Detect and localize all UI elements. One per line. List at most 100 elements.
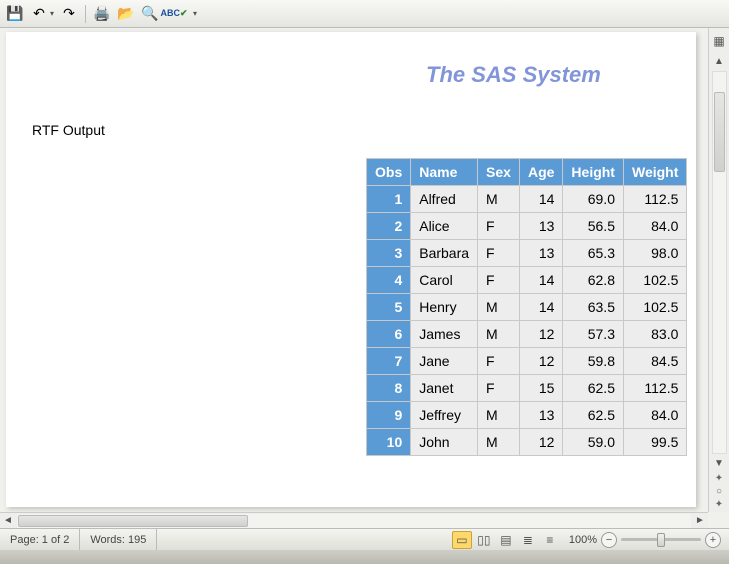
cell-weight: 84.0: [623, 213, 686, 240]
zoom-slider-thumb[interactable]: [657, 533, 665, 547]
page-title: The SAS System: [426, 62, 601, 88]
table-row: 4CarolF1462.8102.5: [367, 267, 687, 294]
cell-obs: 9: [367, 402, 411, 429]
cell-name: Jane: [411, 348, 478, 375]
cell-height: 59.8: [563, 348, 624, 375]
open-button[interactable]: 📂: [115, 3, 137, 25]
scroll-right-button[interactable]: ►: [692, 514, 708, 528]
col-sex: Sex: [478, 159, 520, 186]
zoom-controls: 100% − +: [561, 532, 729, 548]
cell-sex: M: [478, 402, 520, 429]
save-button[interactable]: 💾: [4, 3, 26, 25]
browse-object-controls: ✦ ○ ✦: [710, 473, 728, 510]
cell-height: 59.0: [563, 429, 624, 456]
print-layout-view-button[interactable]: ▭: [452, 531, 472, 549]
cell-obs: 1: [367, 186, 411, 213]
cell-obs: 3: [367, 240, 411, 267]
col-obs: Obs: [367, 159, 411, 186]
cell-height: 69.0: [563, 186, 624, 213]
ruler-toggle-icon[interactable]: ▦: [710, 32, 728, 50]
document-viewport: The SAS System RTF Output Obs Name Sex A…: [0, 28, 729, 528]
cell-obs: 2: [367, 213, 411, 240]
table-row: 3BarbaraF1365.398.0: [367, 240, 687, 267]
customize-toolbar-icon[interactable]: ▾: [193, 9, 197, 18]
vertical-scrollbar[interactable]: [712, 71, 727, 454]
table-row: 10JohnM1259.099.5: [367, 429, 687, 456]
cell-height: 65.3: [563, 240, 624, 267]
cell-height: 56.5: [563, 213, 624, 240]
cell-sex: F: [478, 267, 520, 294]
cell-sex: M: [478, 321, 520, 348]
table-header-row: Obs Name Sex Age Height Weight: [367, 159, 687, 186]
cell-obs: 10: [367, 429, 411, 456]
word-count[interactable]: Words: 195: [80, 529, 157, 550]
cell-obs: 5: [367, 294, 411, 321]
cell-name: Janet: [411, 375, 478, 402]
web-layout-view-button[interactable]: ▤: [496, 531, 516, 549]
table-row: 2AliceF1356.584.0: [367, 213, 687, 240]
outline-view-button[interactable]: ≣: [518, 531, 538, 549]
undo-button[interactable]: ↶: [28, 3, 50, 25]
cell-sex: M: [478, 186, 520, 213]
cell-name: John: [411, 429, 478, 456]
full-screen-reading-view-button[interactable]: ▯▯: [474, 531, 494, 549]
draft-view-button[interactable]: ≡: [540, 531, 560, 549]
cell-obs: 7: [367, 348, 411, 375]
window-bottom-edge: [0, 550, 729, 564]
cell-obs: 8: [367, 375, 411, 402]
cell-age: 15: [519, 375, 562, 402]
cell-height: 62.8: [563, 267, 624, 294]
select-browse-icon[interactable]: ○: [716, 486, 722, 497]
table-row: 6JamesM1257.383.0: [367, 321, 687, 348]
cell-weight: 84.0: [623, 402, 686, 429]
cell-name: James: [411, 321, 478, 348]
scroll-down-button[interactable]: ▼: [714, 456, 724, 471]
spelling-button[interactable]: ABC✔: [163, 3, 185, 25]
print-preview-button[interactable]: 🔍: [139, 3, 161, 25]
cell-weight: 99.5: [623, 429, 686, 456]
cell-obs: 6: [367, 321, 411, 348]
zoom-level-label[interactable]: 100%: [569, 534, 597, 546]
cell-sex: F: [478, 348, 520, 375]
right-sidebar: ▦ ▲ ▼ ✦ ○ ✦: [708, 28, 729, 512]
cell-obs: 4: [367, 267, 411, 294]
cell-height: 62.5: [563, 402, 624, 429]
scroll-up-button[interactable]: ▲: [714, 54, 724, 69]
zoom-out-button[interactable]: −: [601, 532, 617, 548]
redo-button[interactable]: ↷: [58, 3, 80, 25]
zoom-slider[interactable]: [621, 538, 701, 541]
cell-weight: 83.0: [623, 321, 686, 348]
col-height: Height: [563, 159, 624, 186]
quick-print-button[interactable]: 🖨️: [91, 3, 113, 25]
col-weight: Weight: [623, 159, 686, 186]
table-row: 9JeffreyM1362.584.0: [367, 402, 687, 429]
horizontal-scrollbar[interactable]: [17, 514, 691, 528]
page-indicator[interactable]: Page: 1 of 2: [0, 529, 80, 550]
cell-name: Jeffrey: [411, 402, 478, 429]
table-row: 5HenryM1463.5102.5: [367, 294, 687, 321]
cell-age: 14: [519, 186, 562, 213]
next-page-icon[interactable]: ✦: [715, 499, 723, 510]
vertical-scrollbar-thumb[interactable]: [714, 92, 725, 172]
cell-age: 13: [519, 240, 562, 267]
rtf-output-label: RTF Output: [32, 122, 105, 138]
prev-page-icon[interactable]: ✦: [715, 473, 723, 484]
cell-age: 13: [519, 213, 562, 240]
cell-weight: 98.0: [623, 240, 686, 267]
cell-age: 13: [519, 402, 562, 429]
cell-sex: F: [478, 375, 520, 402]
cell-weight: 102.5: [623, 294, 686, 321]
cell-weight: 84.5: [623, 348, 686, 375]
cell-height: 62.5: [563, 375, 624, 402]
zoom-in-button[interactable]: +: [705, 532, 721, 548]
cell-name: Henry: [411, 294, 478, 321]
cell-weight: 112.5: [623, 375, 686, 402]
table-row: 1AlfredM1469.0112.5: [367, 186, 687, 213]
cell-weight: 112.5: [623, 186, 686, 213]
col-age: Age: [519, 159, 562, 186]
horizontal-scrollbar-thumb[interactable]: [18, 515, 248, 527]
table-row: 8JanetF1562.5112.5: [367, 375, 687, 402]
cell-sex: M: [478, 429, 520, 456]
undo-dropdown-icon[interactable]: ▾: [50, 9, 54, 18]
scroll-left-button[interactable]: ◄: [0, 514, 16, 528]
